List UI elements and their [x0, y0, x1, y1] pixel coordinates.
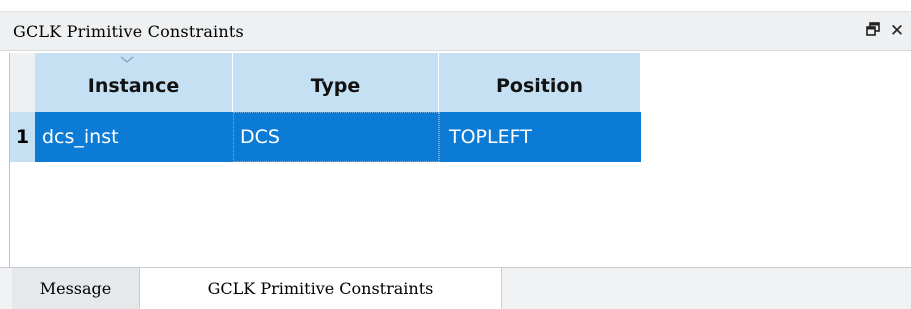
cell-text: TOPLEFT [449, 126, 532, 148]
column-header-label: Type [310, 74, 361, 97]
tab-label: GCLK Primitive Constraints [207, 278, 434, 298]
table-cell-type[interactable]: DCS [233, 112, 439, 162]
bottom-tab-bar: Message GCLK Primitive Constraints [0, 267, 911, 309]
column-header-label: Position [496, 74, 583, 97]
table-cell-instance[interactable]: dcs_inst [35, 112, 233, 162]
tab-message[interactable]: Message [12, 268, 139, 309]
gclk-primitive-constraints-panel: GCLK Primitive Constraints ✕ Instance Ty… [0, 11, 911, 309]
sort-chevron-icon [120, 56, 134, 63]
row-header[interactable]: 1 [10, 112, 35, 162]
close-icon[interactable]: ✕ [887, 20, 907, 42]
column-header-label: Instance [87, 74, 180, 97]
table-cell-position[interactable]: TOPLEFT [439, 112, 641, 162]
tab-gclk-primitive-constraints[interactable]: GCLK Primitive Constraints [139, 268, 502, 309]
column-header-position[interactable]: Position [439, 53, 641, 112]
restore-window-icon[interactable] [863, 20, 883, 42]
cell-text: dcs_inst [42, 126, 119, 148]
table-corner-cell [10, 53, 35, 112]
cell-text: DCS [240, 126, 280, 148]
panel-title: GCLK Primitive Constraints [13, 22, 244, 41]
column-header-type[interactable]: Type [233, 53, 439, 112]
tab-label: Message [39, 279, 112, 298]
column-header-instance[interactable]: Instance [35, 53, 233, 112]
panel-titlebar: GCLK Primitive Constraints ✕ [0, 11, 911, 51]
restore-window-glyph [866, 22, 880, 36]
constraints-table: Instance Type Position 1 dcs_inst DCS TO… [9, 53, 911, 267]
